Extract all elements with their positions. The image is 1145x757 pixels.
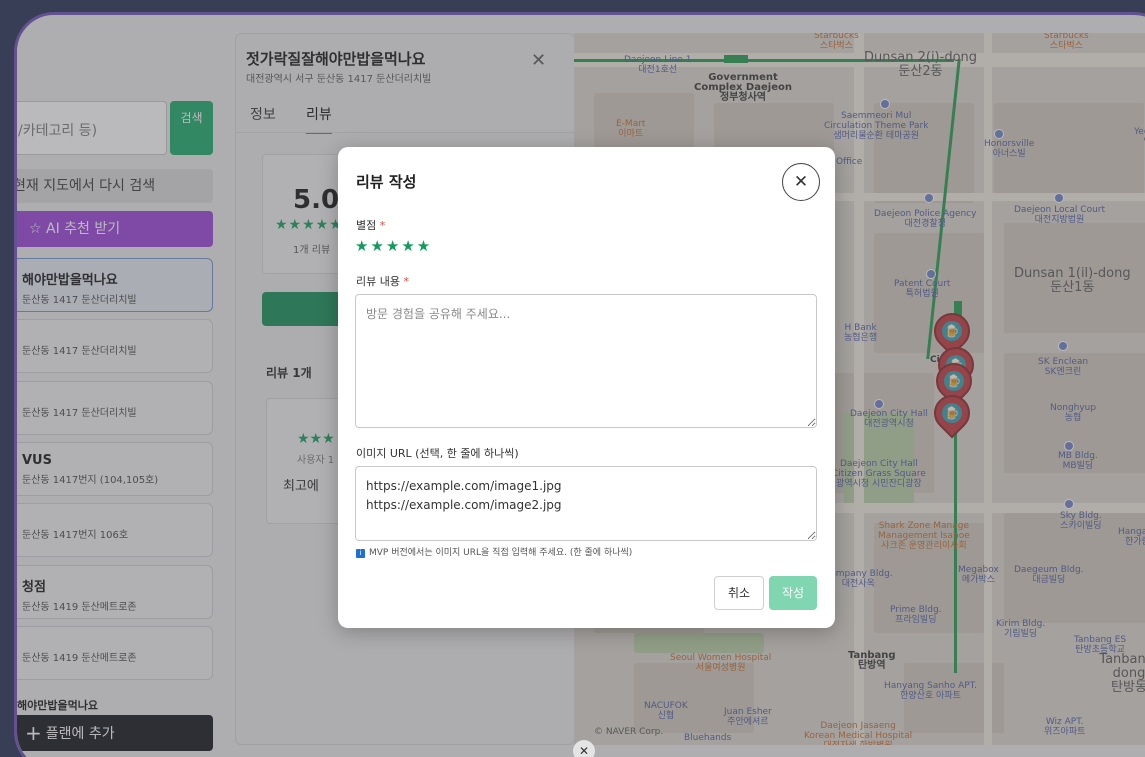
review-content-textarea[interactable] [355, 294, 817, 428]
image-url-textarea[interactable] [355, 466, 817, 541]
content-label: 리뷰 내용 * [356, 275, 409, 288]
required-mark: * [379, 219, 386, 232]
modal-title: 리뷰 작성 [356, 173, 417, 191]
close-icon[interactable]: ✕ [573, 740, 595, 757]
submit-button[interactable]: 작성 [769, 576, 817, 610]
review-modal: 리뷰 작성 ✕ 별점 * ★★★★★ 리뷰 내용 * 이미지 URL (선택, … [338, 147, 835, 628]
rating-label: 별점 * [356, 219, 386, 232]
image-url-hint: i MVP 버전에서는 이미지 URL을 직접 입력해 주세요. (한 줄에 하나… [356, 545, 632, 558]
cancel-button[interactable]: 취소 [714, 576, 764, 610]
required-mark: * [403, 275, 409, 288]
close-icon[interactable]: ✕ [782, 163, 820, 201]
star-rating-input[interactable]: ★★★★★ [355, 237, 432, 255]
image-url-label: 이미지 URL (선택, 한 줄에 하나씩) [356, 447, 519, 460]
info-icon: i [356, 549, 365, 558]
